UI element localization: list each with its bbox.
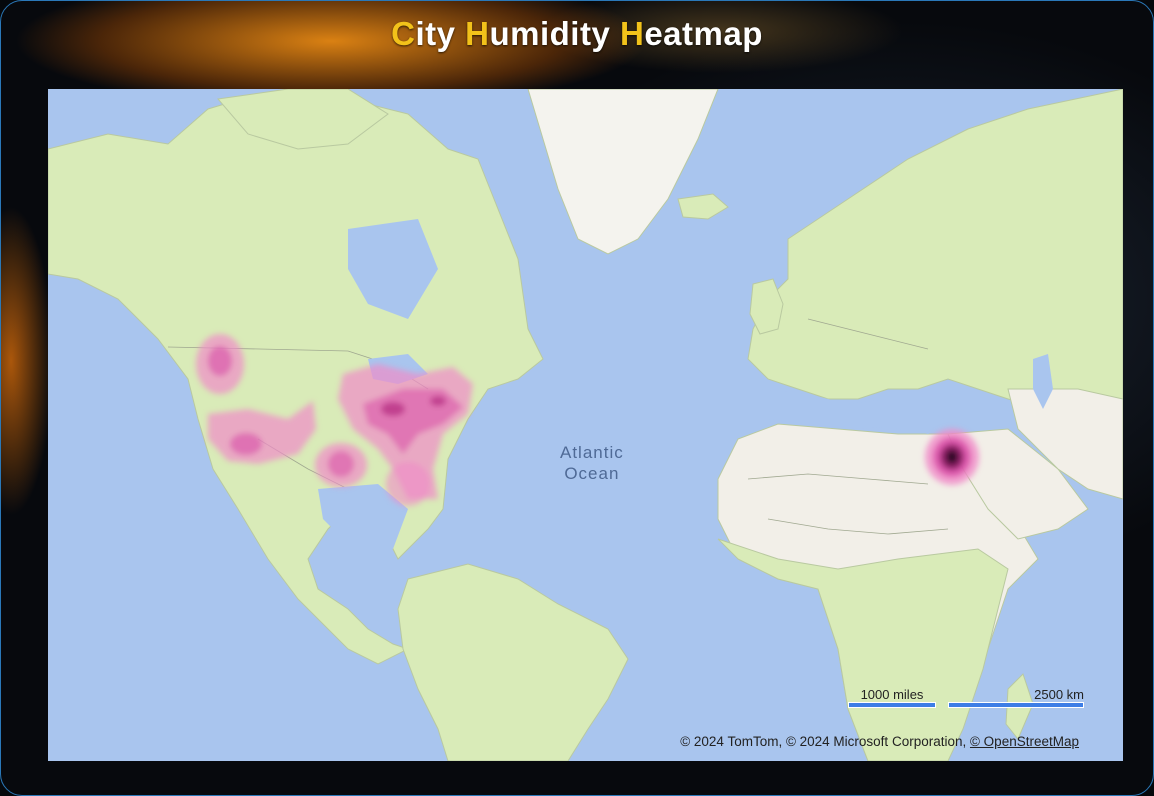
heat-spot-eastern-us-core1 (381, 402, 405, 416)
page-title: City Humidity Heatmap (1, 15, 1153, 53)
heat-spot-california-core (230, 433, 262, 455)
heat-spot-eastern-us-core2 (430, 396, 446, 406)
title-part-1: C (391, 15, 416, 52)
scale-miles-label: 1000 miles (860, 687, 924, 702)
greenland-landmass (527, 89, 719, 255)
heatmap-map[interactable]: Atlantic Ocean 1000 miles 2500 km © 2024… (48, 89, 1123, 761)
scale-km-bar (948, 702, 1084, 708)
eurasia-landmass (747, 89, 1123, 420)
map-canvas (48, 89, 1123, 761)
scale-km: 2500 km (948, 687, 1084, 708)
scale-miles: 1000 miles (848, 687, 936, 708)
iceland (677, 193, 729, 220)
heat-spot-egypt-core (946, 450, 958, 464)
title-part-5: H (619, 15, 645, 52)
heat-spot-florida (386, 462, 430, 506)
south-america-landmass (397, 563, 629, 761)
attribution-text: © 2024 TomTom, © 2024 Microsoft Corporat… (680, 734, 970, 749)
title-part-6: eatmap (644, 15, 763, 52)
openstreetmap-link[interactable]: © OpenStreetMap (970, 734, 1079, 749)
heat-spot-texas-core (328, 451, 354, 477)
title-part-2: ity (415, 15, 466, 52)
dashboard-frame: City Humidity Heatmap Atlantic Ocean 100… (0, 0, 1154, 796)
atlantic-ocean-label: Atlantic Ocean (560, 442, 624, 484)
heat-spot-pacific-northwest-core (208, 346, 232, 376)
title-part-4: umidity (489, 15, 620, 52)
africa-savanna (717, 538, 1009, 761)
map-attribution: © 2024 TomTom, © 2024 Microsoft Corporat… (680, 734, 1079, 749)
ocean-label-line1: Atlantic (560, 443, 624, 462)
scale-km-label: 2500 km (1034, 687, 1084, 702)
title-part-3: H (465, 15, 490, 52)
scale-miles-bar (848, 702, 936, 708)
ocean-label-line2: Ocean (564, 464, 620, 483)
